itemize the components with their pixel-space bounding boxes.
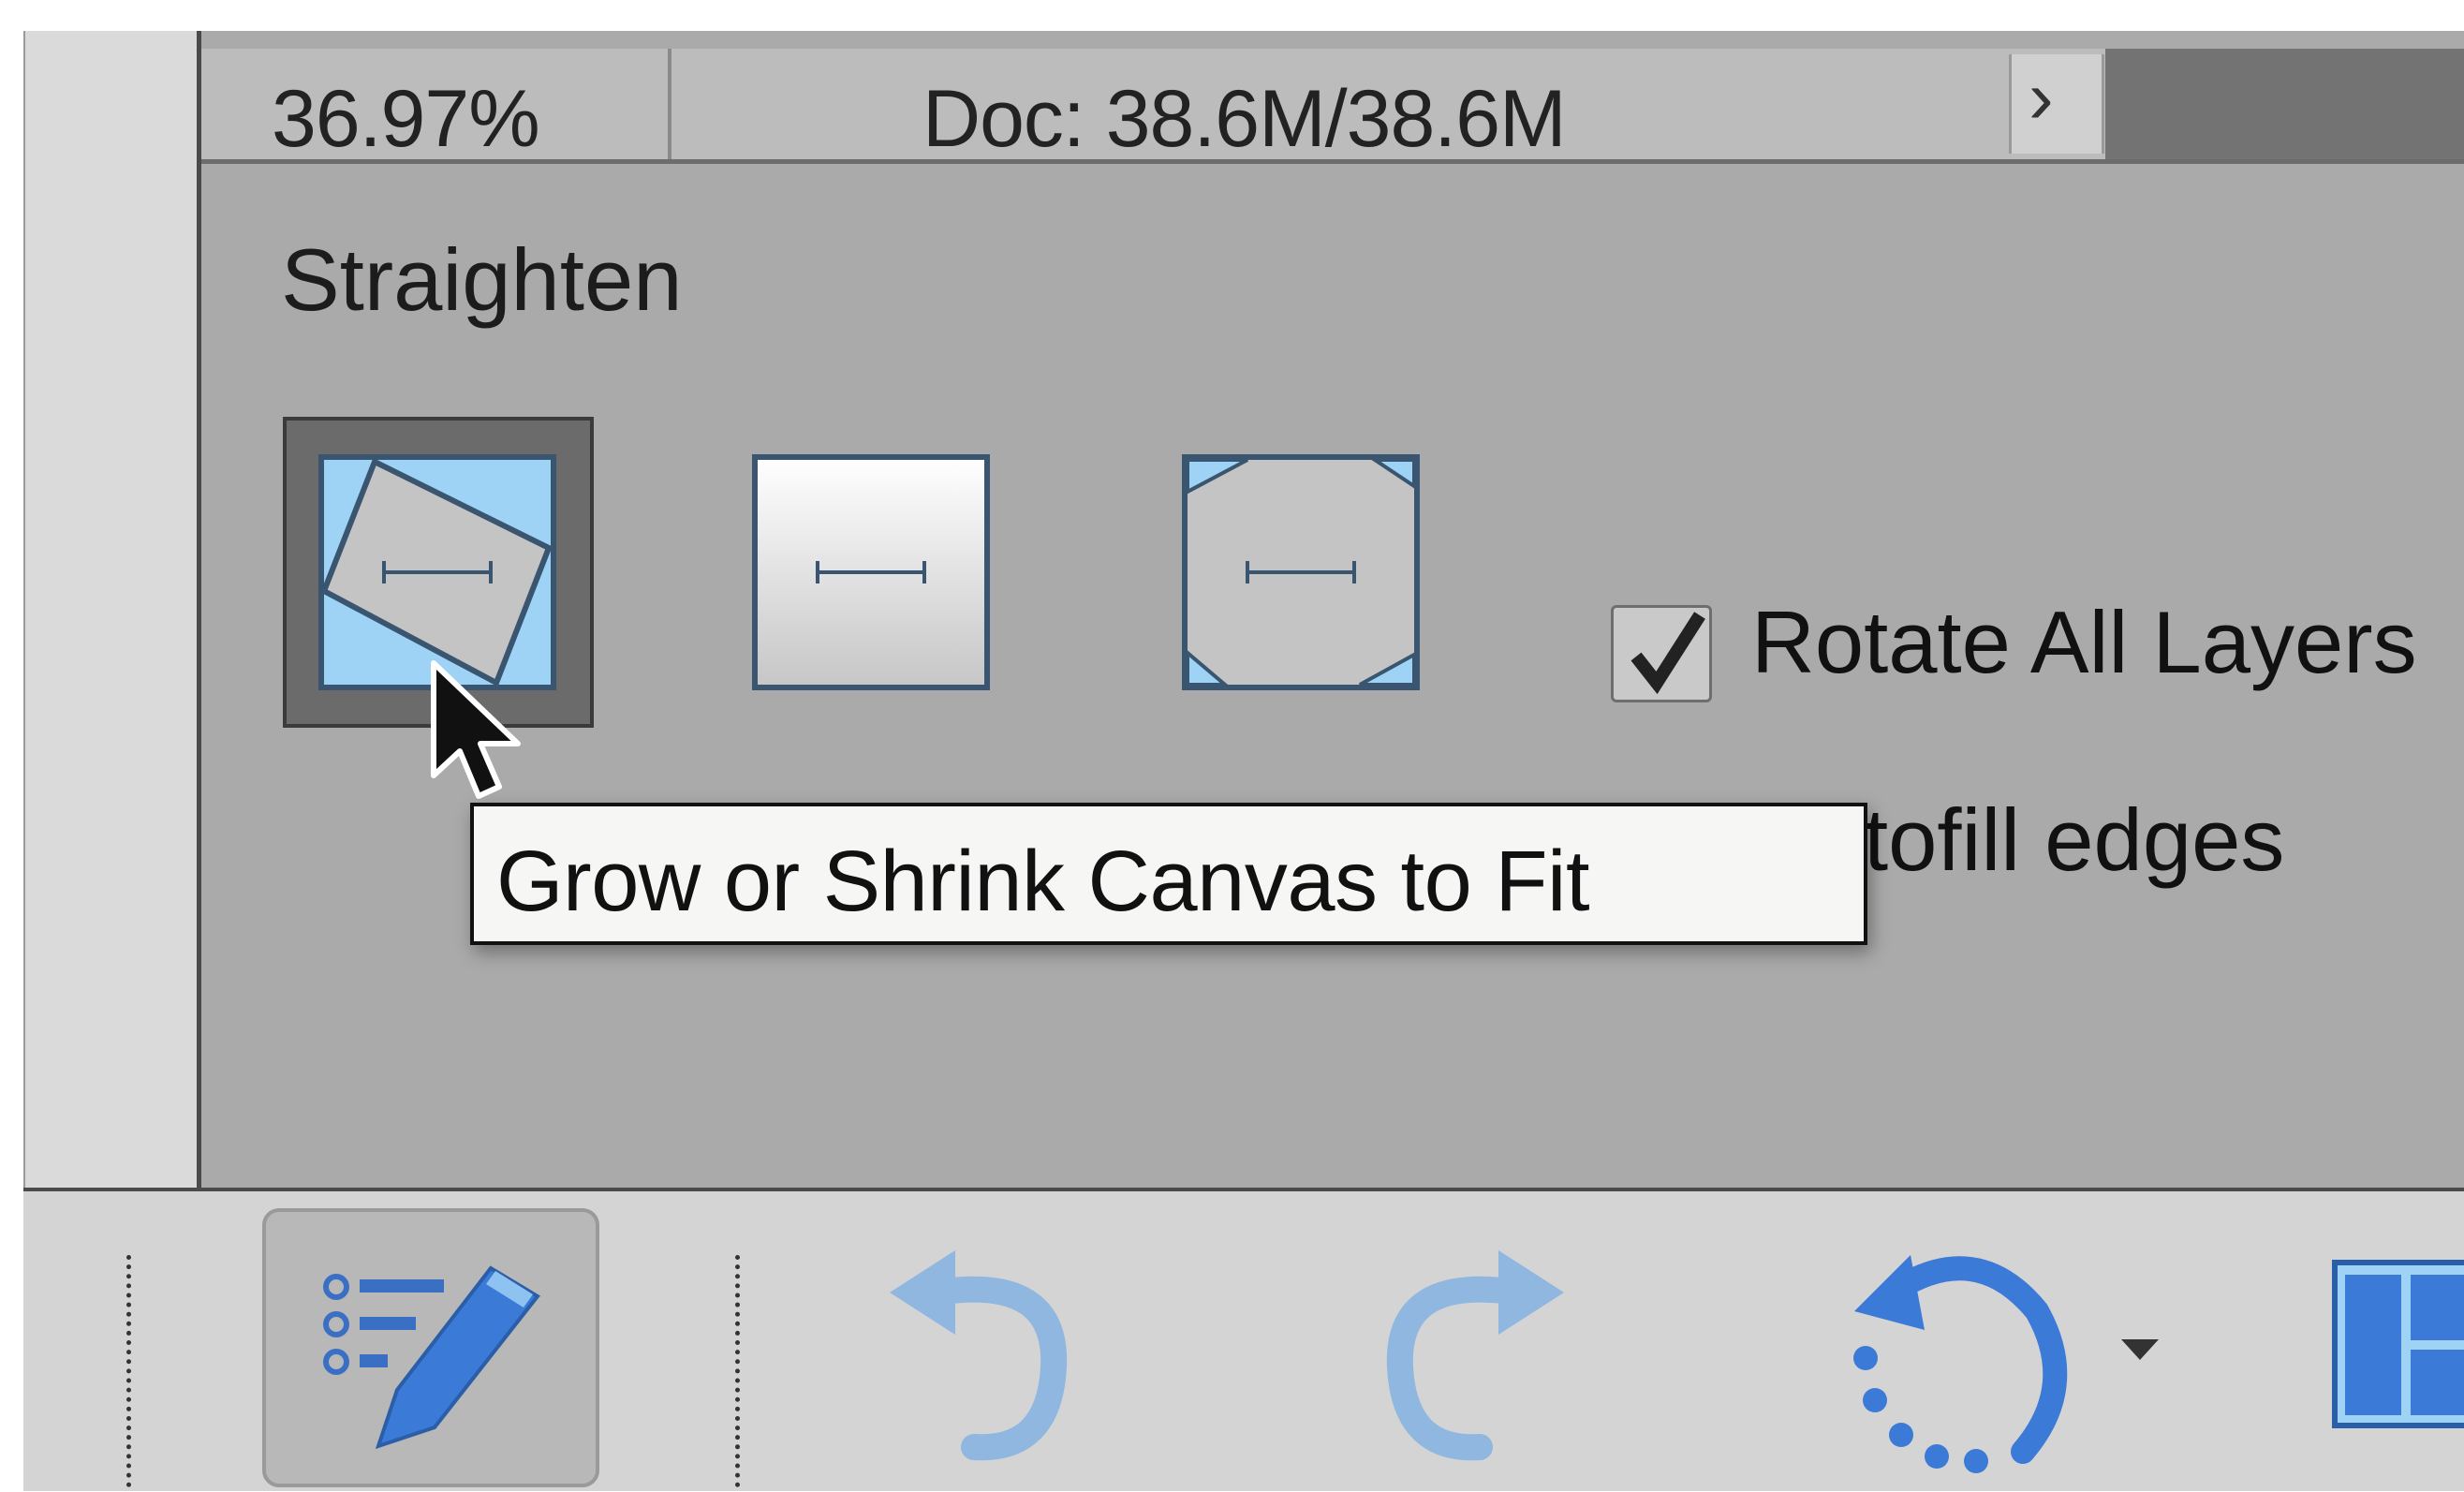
zoom-level: 36.97% (272, 74, 540, 164)
document-size-info: Doc: 38.6M/38.6M (922, 74, 1567, 164)
tool-options-button[interactable] (262, 1208, 599, 1487)
status-menu-button[interactable]: › (2009, 54, 2104, 154)
autofill-edges-label: tofill edges (1864, 790, 2285, 889)
crop-to-remove-background-icon (1182, 454, 1420, 690)
mouse-cursor-icon (431, 660, 521, 799)
zoom-level-field[interactable]: 36.97% (201, 49, 671, 164)
layout-icon (2332, 1260, 2464, 1428)
chevron-right-icon: › (2029, 55, 2054, 139)
remove-background-icon (752, 454, 990, 690)
rotate-icon (1853, 1255, 2068, 1473)
crop-to-remove-background-button[interactable] (1182, 454, 1420, 690)
toolbar-separator (126, 1255, 131, 1487)
rotate-button[interactable] (1836, 1227, 2088, 1487)
toolbar-separator (735, 1255, 740, 1487)
left-panel-strip (23, 31, 199, 1188)
checkmark-icon (1630, 612, 1705, 695)
redo-icon (1386, 1250, 1564, 1461)
tooltip: Grow or Shrink Canvas to Fit (470, 803, 1867, 945)
undo-button[interactable] (871, 1236, 1086, 1461)
status-bar: 36.97% Doc: 38.6M/38.6M › (201, 49, 2464, 164)
rotate-all-layers-checkbox[interactable] (1611, 605, 1712, 702)
rotate-all-layers-label: Rotate All Layers (1751, 593, 2417, 691)
undo-icon (890, 1250, 1068, 1461)
straighten-title: Straighten (281, 230, 683, 329)
status-bar-end (2105, 49, 2464, 159)
tooltip-text: Grow or Shrink Canvas to Fit (496, 834, 1590, 929)
remove-background-button[interactable] (752, 454, 990, 690)
chevron-down-icon[interactable] (2117, 1330, 2163, 1367)
tool-options-icon (323, 1265, 540, 1450)
redo-button[interactable] (1367, 1236, 1583, 1461)
layout-button[interactable] (2332, 1260, 2464, 1428)
